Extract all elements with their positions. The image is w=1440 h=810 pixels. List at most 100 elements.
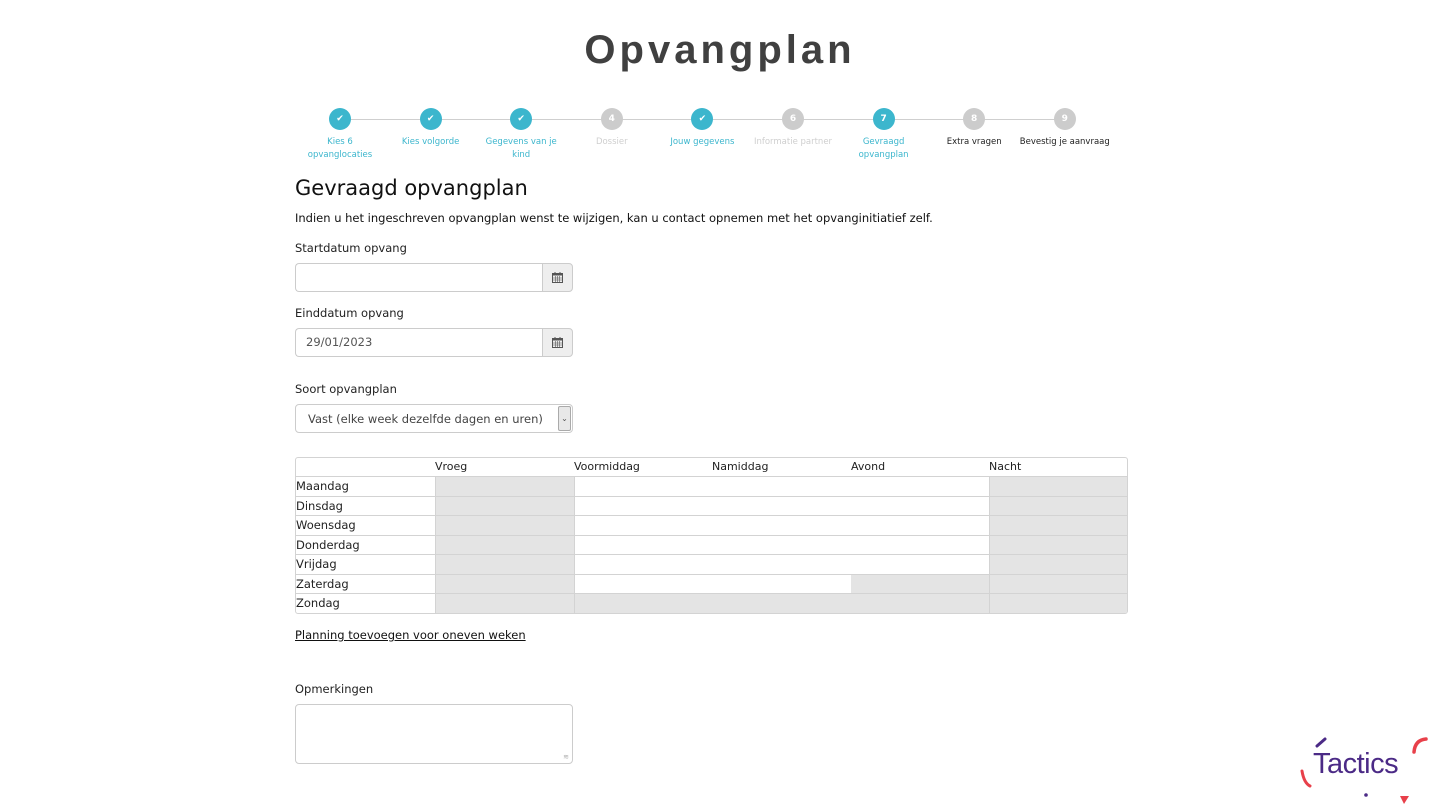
opmerkingen-textarea[interactable]: ≋ <box>295 704 573 764</box>
check-icon: ✔ <box>419 108 442 130</box>
slot-cell <box>989 496 1127 515</box>
step-label: Kies volgorde <box>401 137 460 147</box>
slot-cell <box>851 574 990 593</box>
startdatum-label: Startdatum opvang <box>295 241 407 255</box>
slot-cell[interactable] <box>574 535 713 554</box>
einddatum-group: 29/01/2023 <box>295 328 573 357</box>
slot-cell[interactable] <box>574 516 713 535</box>
soort-opvangplan-select[interactable]: Vast (elke week dezelfde dagen en uren) … <box>295 404 573 433</box>
grid-row: Maandag <box>296 477 1127 497</box>
progress-stepper: ✔ Kies 6 opvanglocaties ✔ Kies volgorde ✔ Geg… <box>295 108 1135 168</box>
slot-cell <box>435 535 574 554</box>
step-label: Extra vragen <box>946 137 1002 147</box>
slot-cell <box>989 477 1127 496</box>
check-icon: ✔ <box>691 108 714 130</box>
step-1[interactable]: ✔ Kies 6 opvanglocaties <box>295 108 385 162</box>
slot-cell[interactable] <box>851 535 990 554</box>
calendar-icon <box>552 272 563 283</box>
einddatum-label: Einddatum opvang <box>295 306 404 320</box>
step-3[interactable]: ✔ Gegevens van je kind <box>476 108 566 162</box>
step-label: Dossier <box>595 137 628 147</box>
einddatum-input[interactable]: 29/01/2023 <box>295 328 542 357</box>
step-5[interactable]: ✔ Jouw gegevens <box>657 108 747 149</box>
slot-cell <box>435 574 574 593</box>
step-number: 6 <box>782 108 804 130</box>
soort-label: Soort opvangplan <box>295 382 397 396</box>
schedule-grid: Vroeg Voormiddag Namiddag Avond Nacht Maanda… <box>295 457 1128 614</box>
step-8: 8 Extra vragen <box>929 108 1019 149</box>
day-label: Zondag <box>296 596 340 610</box>
grid-row: Dinsdag <box>296 496 1127 516</box>
slot-cell[interactable] <box>851 477 990 496</box>
slot-cell <box>435 496 574 515</box>
slot-cell <box>989 535 1127 554</box>
grid-row: Zondag <box>296 594 1127 613</box>
startdatum-group <box>295 263 573 292</box>
slot-cell[interactable] <box>712 574 851 593</box>
slot-cell <box>435 594 574 613</box>
grid-header: Vroeg Voormiddag Namiddag Avond Nacht <box>296 458 1127 477</box>
opmerkingen-label: Opmerkingen <box>295 682 374 696</box>
grid-row: Woensdag <box>296 516 1127 536</box>
slot-cell[interactable] <box>712 477 851 496</box>
slot-cell[interactable] <box>851 516 990 535</box>
day-label: Vrijdag <box>296 557 337 571</box>
slot-cell <box>435 555 574 574</box>
grid-row: Vrijdag <box>296 555 1127 575</box>
column-header: Voormiddag <box>574 460 640 473</box>
slot-cell[interactable] <box>712 496 851 515</box>
slot-cell <box>989 594 1127 613</box>
startdatum-calendar-button[interactable] <box>542 263 573 292</box>
slot-cell[interactable] <box>712 535 851 554</box>
step-label: Jouw gegevens <box>670 137 735 147</box>
einddatum-calendar-button[interactable] <box>542 328 573 357</box>
grid-row: Zaterdag <box>296 574 1127 594</box>
step-label: Kies 6 opvanglocaties <box>307 137 373 160</box>
slide-title: Opvangplan <box>584 28 856 72</box>
slot-cell[interactable] <box>574 477 713 496</box>
add-odd-weeks-link[interactable]: Planning toevoegen voor oneven weken <box>295 628 526 642</box>
slot-cell <box>989 555 1127 574</box>
step-4: 4 Dossier <box>567 108 657 149</box>
column-header: Vroeg <box>435 460 468 473</box>
intro-text: Indien u het ingeschreven opvangplan wen… <box>295 211 933 225</box>
column-header: Nacht <box>989 460 1022 473</box>
calendar-icon <box>552 337 563 348</box>
slot-cell[interactable] <box>574 496 713 515</box>
chevron-down-icon[interactable]: ⌄ <box>558 406 571 431</box>
section-title: Gevraagd opvangplan <box>295 176 528 200</box>
step-9: 9 Bevestig je aanvraag <box>1020 108 1110 149</box>
step-label: Bevestig je aanvraag <box>1019 137 1110 147</box>
step-label: Informatie partner <box>753 137 833 147</box>
day-label: Maandag <box>296 479 349 493</box>
slot-cell <box>435 477 574 496</box>
step-number: 4 <box>600 108 623 130</box>
slot-cell[interactable] <box>574 555 713 574</box>
day-label: Donderdag <box>296 537 360 552</box>
slot-cell[interactable] <box>851 555 990 574</box>
slot-cell <box>712 594 851 613</box>
resize-handle-icon[interactable]: ≋ <box>563 753 569 761</box>
day-label: Zaterdag <box>296 576 349 591</box>
step-number: 8 <box>963 108 986 130</box>
step-label: Gevraagd opvangplan <box>858 137 909 160</box>
logo-text: Tactics <box>1313 748 1399 780</box>
grid-row: Donderdag <box>296 535 1127 555</box>
tactics-logo: Tactics <box>1296 730 1436 810</box>
slot-cell[interactable] <box>851 496 990 515</box>
step-7: 7 Gevraagd opvangplan <box>839 108 929 162</box>
slot-cell[interactable] <box>712 516 851 535</box>
step-2[interactable]: ✔ Kies volgorde <box>386 108 476 149</box>
slot-cell <box>574 594 713 613</box>
select-value: Vast (elke week dezelfde dagen en uren) <box>308 411 543 426</box>
slot-cell[interactable] <box>574 574 713 593</box>
slot-cell[interactable] <box>712 555 851 574</box>
column-header: Avond <box>851 460 886 473</box>
day-label: Dinsdag <box>296 498 343 513</box>
step-label: Gegevens van je kind <box>485 137 557 160</box>
day-label: Woensdag <box>296 518 356 532</box>
slot-cell <box>989 516 1127 535</box>
step-6: 6 Informatie partner <box>748 108 838 149</box>
startdatum-input[interactable] <box>295 263 542 292</box>
check-icon: ✔ <box>329 108 351 130</box>
